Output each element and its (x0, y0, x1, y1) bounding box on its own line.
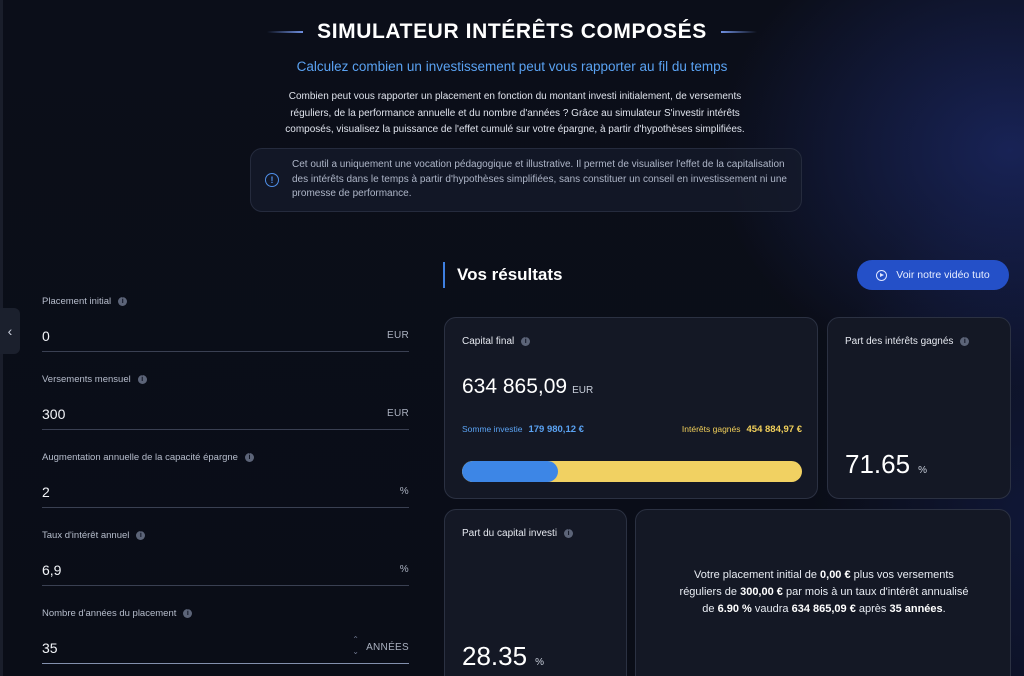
field-label: Versements mensuel i (42, 374, 409, 385)
chevron-left-icon: ‹ (7, 323, 13, 339)
title-decoration-left (267, 31, 304, 33)
summary-text-part: . (942, 603, 946, 616)
card-label: Part des intérêts gagnés i (845, 336, 970, 347)
info-icon[interactable]: i (136, 531, 146, 540)
summary-monthly-amount: 300,00 € (740, 586, 783, 599)
interest-share-value-row: 71.65% (845, 449, 927, 480)
invested-share-fill (462, 461, 559, 482)
field-label-text: Nombre d'années du placement (42, 608, 177, 619)
interest-share-value: 71.65 (845, 449, 911, 479)
field-versements-mensuel: Versements mensuel i 300 EUR (42, 374, 409, 430)
field-taux-interet: Taux d'intérêt annuel i 6,9 % (42, 530, 409, 586)
legend-interest-label: Intérêts gagnés (681, 424, 741, 434)
page-description: Combien peut vous rapporter un placement… (285, 91, 745, 135)
field-value[interactable]: 2 (42, 484, 50, 500)
summary-card: Votre placement initial de 0,00 € plus v… (635, 509, 1011, 676)
disclaimer-notice: ! Cet outil a uniquement une vocation pé… (250, 148, 802, 212)
capital-final-unit: EUR (572, 385, 594, 396)
field-label: Placement initial i (42, 296, 409, 307)
disclaimer-text: Cet outil a uniquement une vocation péda… (292, 159, 787, 200)
legend-invested: Somme investie 179 980,12 € (462, 424, 584, 435)
field-unit: ANNÉES (366, 642, 409, 653)
field-value[interactable]: 6,9 (42, 562, 61, 578)
legend-interest-value: 454 884,97 € (746, 424, 802, 435)
info-icon[interactable]: i (183, 609, 193, 618)
capital-split-bar (462, 461, 802, 482)
summary-final-amount: 634 865,09 € (791, 603, 856, 616)
field-label-text: Placement initial (42, 296, 112, 307)
legend-invested-value: 179 980,12 € (528, 424, 584, 435)
title-row: SIMULATEUR INTÉRÊTS COMPOSÉS (0, 20, 1024, 44)
capital-final-value: 634 865,09 (462, 375, 568, 398)
field-unit: EUR (386, 408, 409, 419)
info-icon[interactable]: i (521, 337, 531, 346)
field-label: Nombre d'années du placement i (42, 608, 409, 619)
field-unit: % (399, 564, 409, 575)
capital-share-unit: % (535, 657, 544, 668)
field-placement-initial: Placement initial i 0 EUR (42, 296, 409, 352)
sidebar-collapse-button[interactable]: ‹ (0, 308, 20, 354)
capital-final-value-row: 634 865,09 EUR (462, 375, 593, 399)
title-decoration-right (720, 31, 757, 33)
video-tutorial-button[interactable]: Voir notre vidéo tuto (857, 260, 1009, 290)
field-unit: EUR (386, 330, 409, 341)
info-icon[interactable]: i (137, 375, 147, 384)
field-value[interactable]: 300 (42, 406, 65, 422)
legend-invested-label: Somme investie (462, 424, 523, 434)
summary-initial-amount: 0,00 € (820, 569, 851, 581)
info-circle-icon: ! (265, 173, 279, 187)
info-icon[interactable]: i (244, 453, 254, 462)
field-label-text: Versements mensuel (42, 374, 131, 385)
stepper-down-icon[interactable]: ⌄ (352, 646, 359, 658)
augmentation-annuelle-input[interactable]: 2 % (42, 476, 409, 508)
play-icon (876, 269, 888, 281)
capital-share-value: 28.35 (462, 641, 528, 671)
field-value[interactable]: 35 (42, 640, 58, 656)
capital-share-value-row: 28.35% (462, 641, 544, 672)
card-label-text: Part du capital investi (462, 528, 558, 539)
capital-final-card: Capital final i 634 865,09 EUR Somme inve… (444, 317, 818, 499)
field-nombre-annees: Nombre d'années du placement i 35 ⌃ ⌄ AN… (42, 608, 409, 664)
taux-interet-input[interactable]: 6,9 % (42, 554, 409, 586)
video-button-label: Voir notre vidéo tuto (896, 269, 990, 281)
results-title: Vos résultats (457, 265, 563, 284)
field-label-text: Taux d'intérêt annuel (42, 530, 130, 541)
summary-rate: 6.90 % (717, 603, 752, 616)
field-augmentation-annuelle: Augmentation annuelle de la capacité épa… (42, 452, 409, 508)
versements-mensuel-input[interactable]: 300 EUR (42, 398, 409, 430)
nombre-annees-input[interactable]: 35 ⌃ ⌄ ANNÉES (42, 632, 409, 664)
placement-initial-input[interactable]: 0 EUR (42, 320, 409, 352)
summary-text-part: après (855, 603, 890, 616)
field-label-text: Augmentation annuelle de la capacité épa… (42, 452, 238, 463)
results-heading: Vos résultats (443, 262, 563, 288)
info-icon[interactable]: i (564, 529, 574, 538)
card-label: Capital final i (462, 336, 531, 347)
field-value[interactable]: 0 (42, 328, 50, 344)
card-label-text: Capital final (462, 336, 515, 347)
capital-legend: Somme investie 179 980,12 € Intérêts gagn… (462, 424, 802, 435)
field-label: Taux d'intérêt annuel i (42, 530, 409, 541)
summary-years: 35 années (889, 603, 943, 616)
card-label: Part du capital investi i (462, 528, 574, 539)
stepper-up-icon[interactable]: ⌃ (352, 634, 359, 646)
info-icon[interactable]: i (118, 297, 128, 306)
legend-interest: Intérêts gagnés 454 884,97 € (682, 424, 802, 435)
interest-share-unit: % (918, 465, 927, 476)
info-icon[interactable]: i (960, 337, 970, 346)
field-unit: % (399, 486, 409, 497)
capital-share-card: Part du capital investi i 28.35% (444, 509, 627, 676)
summary-text-part: vaudra (751, 603, 792, 616)
summary-text-part: Votre placement initial de (694, 569, 821, 581)
page-subtitle: Calculez combien un investissement peut … (296, 59, 728, 74)
page-title: SIMULATEUR INTÉRÊTS COMPOSÉS (317, 20, 707, 43)
summary-text: Votre placement initial de 0,00 € plus v… (676, 567, 972, 619)
card-label-text: Part des intérêts gagnés (845, 336, 954, 347)
number-stepper[interactable]: ⌃ ⌄ (352, 634, 359, 658)
field-label: Augmentation annuelle de la capacité épa… (42, 452, 409, 463)
interest-share-card: Part des intérêts gagnés i 71.65% (827, 317, 1011, 499)
